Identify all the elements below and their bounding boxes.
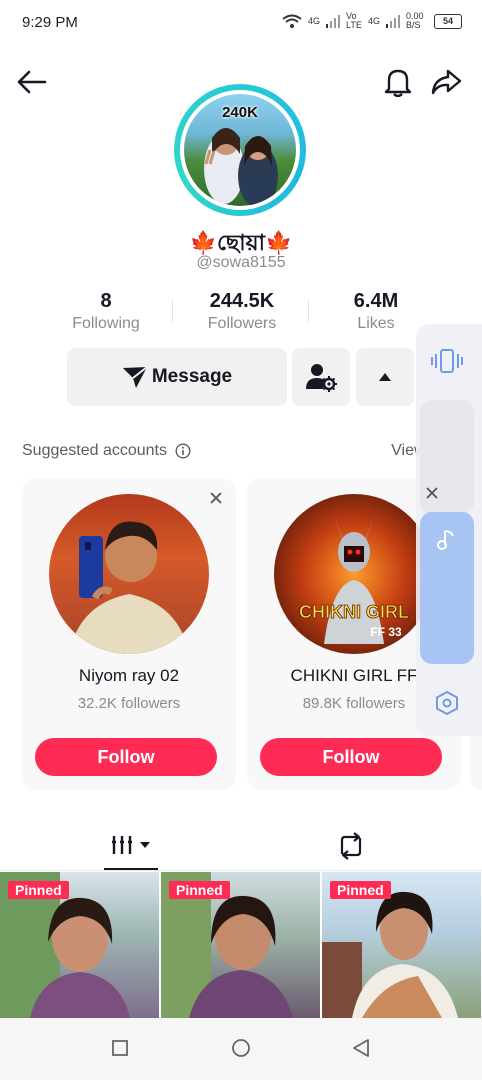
hexagon-icon: [436, 690, 458, 716]
bell-icon: [384, 69, 412, 97]
close-icon: [426, 487, 438, 499]
system-nav-bar: [0, 1018, 482, 1080]
tab-reposts[interactable]: [336, 832, 366, 865]
close-icon: [210, 492, 222, 504]
battery-icon: 54: [434, 13, 462, 29]
stat-followers-label: Followers: [207, 315, 277, 332]
avatar-photo: 240K: [184, 94, 296, 206]
add-friend-button[interactable]: [292, 348, 350, 406]
caret-up-icon: [379, 373, 391, 381]
floating-side-panel: [416, 324, 482, 736]
tab-divider: [0, 870, 482, 871]
back-button[interactable]: [14, 64, 50, 100]
square-nav-icon: [112, 1040, 128, 1056]
profile-avatar[interactable]: 240K: [174, 84, 306, 216]
vibrate-button[interactable]: [430, 348, 464, 379]
share-icon: [431, 69, 462, 95]
home-button[interactable]: [231, 1038, 251, 1063]
status-bar: 9:29 PM 4G Vo LTE 4G 0.00 B/S 54: [0, 0, 482, 46]
stat-divider: [308, 300, 309, 322]
dismiss-suggestion-button[interactable]: [426, 486, 438, 504]
share-button[interactable]: [428, 64, 464, 100]
more-suggestions-toggle[interactable]: [356, 348, 414, 406]
suggested-followers: 32.2K followers: [77, 695, 181, 712]
grid-videos-icon: [112, 836, 132, 854]
stat-likes-value: 6.4M: [353, 290, 399, 312]
pinned-badge: Pinned: [330, 881, 391, 899]
notification-button[interactable]: [380, 64, 416, 100]
vibrate-icon: [431, 349, 463, 373]
suggested-avatar[interactable]: [49, 494, 209, 654]
stat-likes[interactable]: 6.4M Likes: [316, 290, 436, 333]
message-button[interactable]: Message: [67, 348, 287, 406]
back-arrow-icon: [17, 70, 47, 94]
pinned-badge: Pinned: [8, 881, 69, 899]
speed-label: 0.00 B/S: [406, 11, 424, 30]
video-thumbnail[interactable]: Pinned: [0, 872, 159, 1018]
stat-following-label: Following: [72, 315, 140, 332]
stat-divider: [172, 300, 173, 322]
follow-button[interactable]: Follow: [35, 738, 217, 776]
music-note-icon: [437, 530, 454, 550]
info-icon[interactable]: [175, 443, 191, 459]
status-time: 9:29 PM: [22, 14, 78, 31]
username: @sowa8155: [196, 254, 286, 271]
chevron-down-icon: [140, 842, 150, 848]
video-thumbnail[interactable]: Pinned: [161, 872, 320, 1018]
circle-nav-icon: [232, 1039, 250, 1057]
stat-following[interactable]: 8 Following: [46, 290, 166, 333]
pinned-badge: Pinned: [169, 881, 230, 899]
volume-slider[interactable]: [420, 512, 474, 664]
message-button-label: Message: [151, 366, 233, 387]
network-2-label: Vo LTE: [345, 11, 362, 30]
stat-followers-value: 244.5K: [209, 290, 275, 312]
network-3-label: 4G: [367, 16, 380, 26]
stat-followers[interactable]: 244.5K Followers: [182, 290, 302, 333]
avatar-overlay-text: 240K: [222, 104, 258, 121]
suggested-name: Niyom ray 02: [78, 666, 180, 685]
suggested-avatar[interactable]: CHIKNI GIRL FF 33: [274, 494, 434, 654]
back-triangle-nav-icon: [353, 1039, 369, 1057]
follow-button[interactable]: Follow: [260, 738, 442, 776]
signal-1-icon: [325, 15, 340, 28]
suggested-accounts-label: Suggested accounts: [22, 442, 167, 459]
suggested-avatar-text-1: CHIKNI GIRL: [299, 602, 409, 622]
suggested-avatar-text-2: FF 33: [370, 625, 402, 639]
repost-icon: [340, 832, 362, 860]
tab-videos[interactable]: [112, 834, 150, 856]
message-send-icon: [122, 366, 148, 388]
settings-panel-button[interactable]: [434, 690, 460, 721]
add-friend-gear-icon: [306, 364, 337, 392]
status-icons: 4G Vo LTE 4G 0.00 B/S 54: [282, 12, 462, 30]
video-thumbnail[interactable]: Pinned: [322, 872, 481, 1018]
dismiss-suggestion-button[interactable]: [210, 488, 222, 509]
recents-button[interactable]: [112, 1040, 128, 1061]
network-1-label: 4G: [307, 16, 320, 26]
signal-2-icon: [386, 15, 400, 28]
stat-following-value: 8: [100, 290, 112, 312]
back-nav-button[interactable]: [352, 1038, 370, 1063]
wifi-icon: [282, 14, 302, 28]
suggested-card[interactable]: Niyom ray 02 32.2K followers Follow: [22, 478, 236, 790]
suggested-accounts-title: Suggested accounts: [22, 442, 191, 460]
